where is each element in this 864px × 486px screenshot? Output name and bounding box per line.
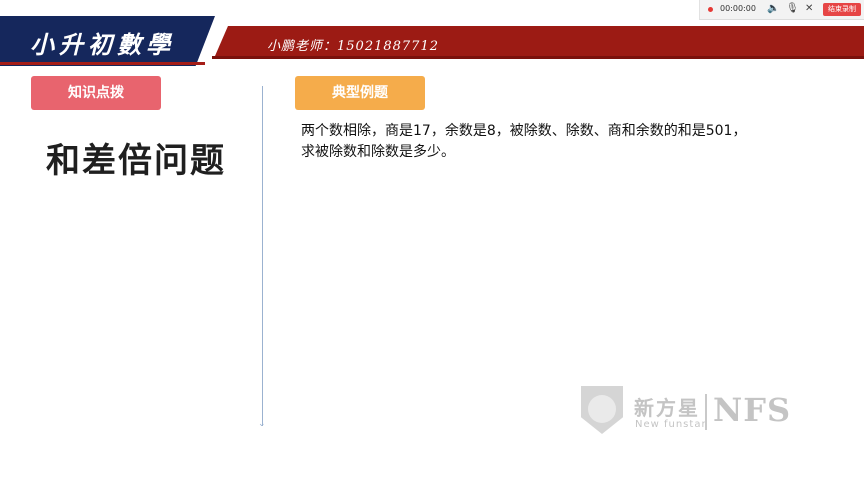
- brand-logo-emblem: [588, 395, 616, 423]
- arrow-down-icon: ⌄: [258, 419, 266, 429]
- header-banner-accent: [0, 62, 205, 65]
- example-tag: 典型例题: [295, 76, 425, 110]
- slide: 小升初數學 小鹏老师：15021887712 00:00:00 🔈 🎙 ✕ 结束…: [0, 0, 864, 486]
- problem-line-1: 两个数相除，商是17，余数是8，被除数、除数、商和余数的和是501，: [301, 123, 747, 139]
- recording-time: 00:00:00: [720, 4, 756, 13]
- problem-text: 两个数相除，商是17，余数是8，被除数、除数、商和余数的和是501， 求被除数和…: [301, 121, 821, 163]
- header-banner-underline: [212, 56, 864, 59]
- recording-indicator-icon: [708, 7, 713, 12]
- teacher-contact: 小鹏老师：15021887712: [267, 39, 439, 54]
- watermark-brand-cn: 新方星: [634, 396, 700, 420]
- problem-line-2: 求被除数和除数是多少。: [301, 144, 455, 160]
- end-recording-button[interactable]: 结束录制: [823, 3, 861, 16]
- recording-toolbar: 00:00:00 🔈 🎙 ✕ 结束录制: [699, 0, 864, 20]
- watermark-separator: [705, 394, 707, 430]
- topic-title: 和差倍问题: [46, 141, 226, 181]
- watermark-brand-abbr: NFS: [713, 391, 792, 429]
- close-icon[interactable]: ✕: [805, 3, 813, 15]
- watermark-brand-en: New funstar: [635, 419, 707, 430]
- speaker-icon[interactable]: 🔈: [767, 3, 779, 15]
- course-title: 小升初數學: [30, 30, 175, 59]
- microphone-icon[interactable]: 🎙: [786, 3, 799, 15]
- knowledge-tag: 知识点拨: [31, 76, 161, 110]
- column-divider: [262, 86, 263, 426]
